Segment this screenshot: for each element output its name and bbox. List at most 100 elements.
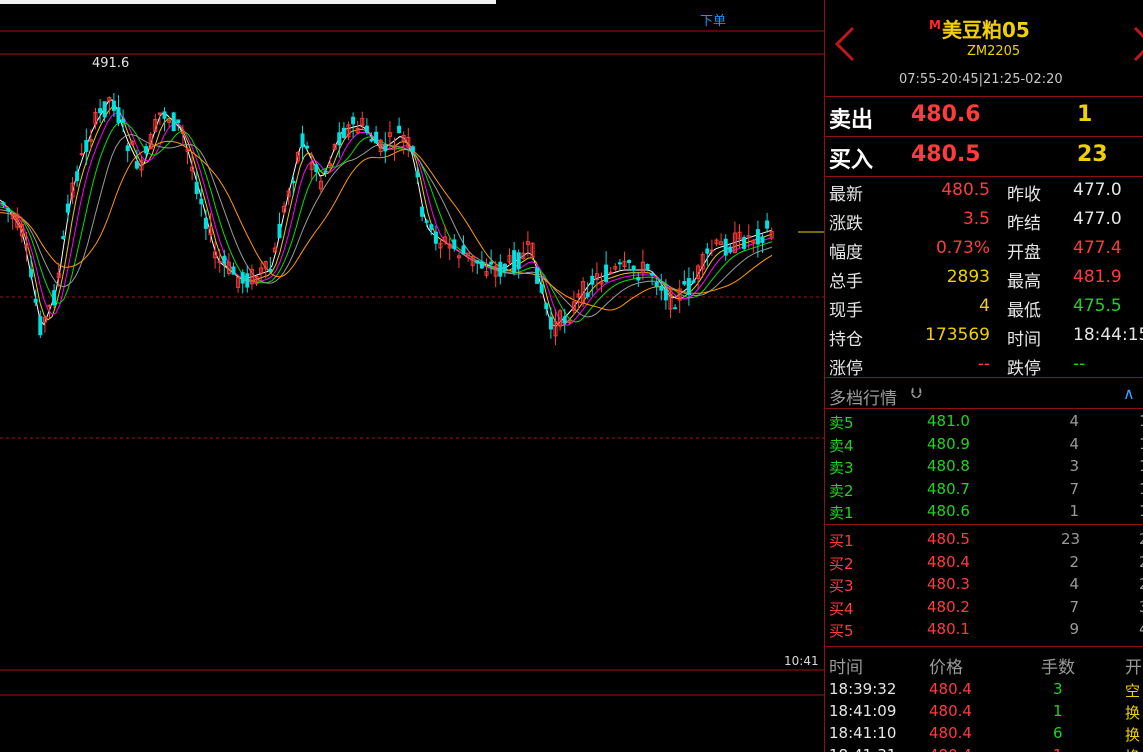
candle-body: [383, 145, 388, 152]
candle-body: [544, 303, 549, 310]
depth-ask-row[interactable]: 卖2 480.7 7 1: [825, 478, 1143, 500]
quote-label: 昨结: [1007, 214, 1041, 234]
candle-body: [38, 316, 43, 336]
candle-body: [111, 100, 116, 111]
depth-level: 卖2: [829, 481, 854, 500]
candle-body: [709, 249, 714, 252]
candle-body: [479, 261, 484, 269]
candle-body: [341, 127, 346, 138]
sell-label: 卖出: [829, 108, 874, 133]
quote-value: 0.73%: [935, 238, 990, 258]
candle-body: [79, 153, 84, 156]
candle-body: [125, 145, 130, 152]
depth-price: 480.2: [927, 597, 970, 616]
quote-value: 475.5: [1073, 296, 1122, 316]
candle-body: [489, 261, 494, 265]
chevron-left-icon[interactable]: [831, 24, 859, 64]
depth-price: 481.0: [927, 412, 970, 430]
tick-time: 18:41:10: [829, 724, 897, 742]
depth-volume: 9: [1069, 620, 1079, 639]
tick-row: 18:41:09 480.4 1 换: [825, 700, 1143, 722]
quote-label: 最高: [1007, 272, 1041, 292]
double-chevron-down-icon[interactable]: ⮋: [911, 384, 922, 402]
candle-body: [659, 285, 664, 291]
candle-body: [374, 131, 379, 144]
candle-body: [134, 161, 139, 169]
candlestick-chart[interactable]: 下单 491.6 10:41: [0, 0, 824, 752]
candle-body: [461, 245, 466, 255]
candle-body: [199, 198, 204, 205]
candle-body: [663, 288, 668, 301]
quote-row: 幅度 0.73% 开盘 477.4: [825, 234, 1143, 263]
candle-body: [516, 252, 521, 269]
quote-value: 477.0: [1073, 209, 1122, 229]
candle-body: [121, 118, 126, 123]
place-order-link[interactable]: 下单: [700, 10, 726, 29]
tick-type: 换: [1125, 726, 1141, 744]
quote-value: 480.5: [941, 180, 990, 200]
sell-volume: 1: [1077, 102, 1093, 127]
candle-body: [410, 146, 415, 153]
depth-price: 480.4: [927, 552, 970, 571]
quote-value: --: [1073, 354, 1086, 374]
depth-title: 多档行情: [829, 389, 897, 409]
quote-label: 幅度: [829, 243, 863, 263]
quote-value: --: [977, 354, 990, 374]
candle-body: [682, 281, 687, 285]
quote-label: 持仓: [829, 330, 863, 350]
depth-ask-row[interactable]: 卖5 481.0 4 1: [825, 410, 1143, 432]
tick-volume: 3: [1053, 680, 1063, 698]
depth-orders: 1: [1139, 412, 1143, 430]
candle-body: [84, 140, 89, 152]
candle-body: [755, 229, 760, 245]
candle-body: [351, 116, 356, 125]
symbol-name-text: 美豆粕05: [941, 18, 1030, 42]
quote-label: 开盘: [1007, 243, 1041, 263]
trading-hours: 07:55-20:45|21:25-02:20: [899, 72, 1063, 87]
quote-value: 173569: [925, 325, 990, 345]
depth-ask-row[interactable]: 卖3 480.8 3 1: [825, 455, 1143, 477]
quote-label: 昨收: [1007, 185, 1041, 205]
depth-level: 买1: [829, 532, 854, 550]
depth-level: 买4: [829, 599, 854, 618]
quote-label: 现手: [829, 301, 863, 321]
candle-body: [452, 239, 457, 249]
candle-body: [765, 220, 770, 229]
depth-bid-row[interactable]: 买5 480.1 9 4: [825, 618, 1143, 640]
candle-body: [314, 164, 319, 172]
depth-orders: 1: [1139, 457, 1143, 475]
depth-level: 卖1: [829, 504, 854, 523]
candle-body: [61, 236, 66, 240]
chevron-right-icon[interactable]: [1129, 24, 1143, 64]
quote-value: 18:44:15: [1073, 325, 1143, 345]
chevron-up-icon[interactable]: ∧: [1123, 384, 1135, 403]
ticks-header: 时间 价格 手数 开: [825, 650, 1143, 678]
buy-label: 买入: [829, 148, 874, 173]
candle-body: [760, 236, 765, 243]
depth-ask-row[interactable]: 卖1 480.6 1 1: [825, 500, 1143, 522]
buy-price: 480.5: [911, 142, 981, 167]
sell-row[interactable]: 卖出 480.6 1: [825, 96, 1143, 137]
market-marker: M: [929, 18, 941, 33]
depth-header[interactable]: 多档行情 ⮋ ∧: [825, 377, 1143, 409]
depth-bid-row[interactable]: 买1 480.5 23 2: [825, 528, 1143, 550]
tick-type: 换: [1125, 746, 1140, 752]
depth-volume: 7: [1069, 597, 1079, 616]
quote-value: 477.0: [1073, 180, 1122, 200]
tick-time: 18:39:32: [829, 680, 897, 698]
depth-bid-row[interactable]: 买2 480.4 2 2: [825, 551, 1143, 573]
quote-label: 时间: [1007, 330, 1041, 350]
candle-body: [723, 238, 728, 256]
quote-label: 跌停: [1007, 359, 1041, 379]
candle-body: [627, 260, 632, 264]
depth-level: 卖3: [829, 459, 854, 478]
depth-bid-row[interactable]: 买3 480.3 4 2: [825, 573, 1143, 595]
depth-bid-row[interactable]: 买4 480.2 7 3: [825, 596, 1143, 618]
candle-body: [162, 111, 167, 119]
buy-row[interactable]: 买入 480.5 23: [825, 136, 1143, 177]
depth-ask-row[interactable]: 卖4 480.9 4 1: [825, 433, 1143, 455]
candle-body: [420, 206, 425, 217]
depth-orders: 1: [1139, 502, 1143, 520]
candle-body: [631, 265, 636, 271]
chart-canvas[interactable]: [0, 0, 824, 752]
